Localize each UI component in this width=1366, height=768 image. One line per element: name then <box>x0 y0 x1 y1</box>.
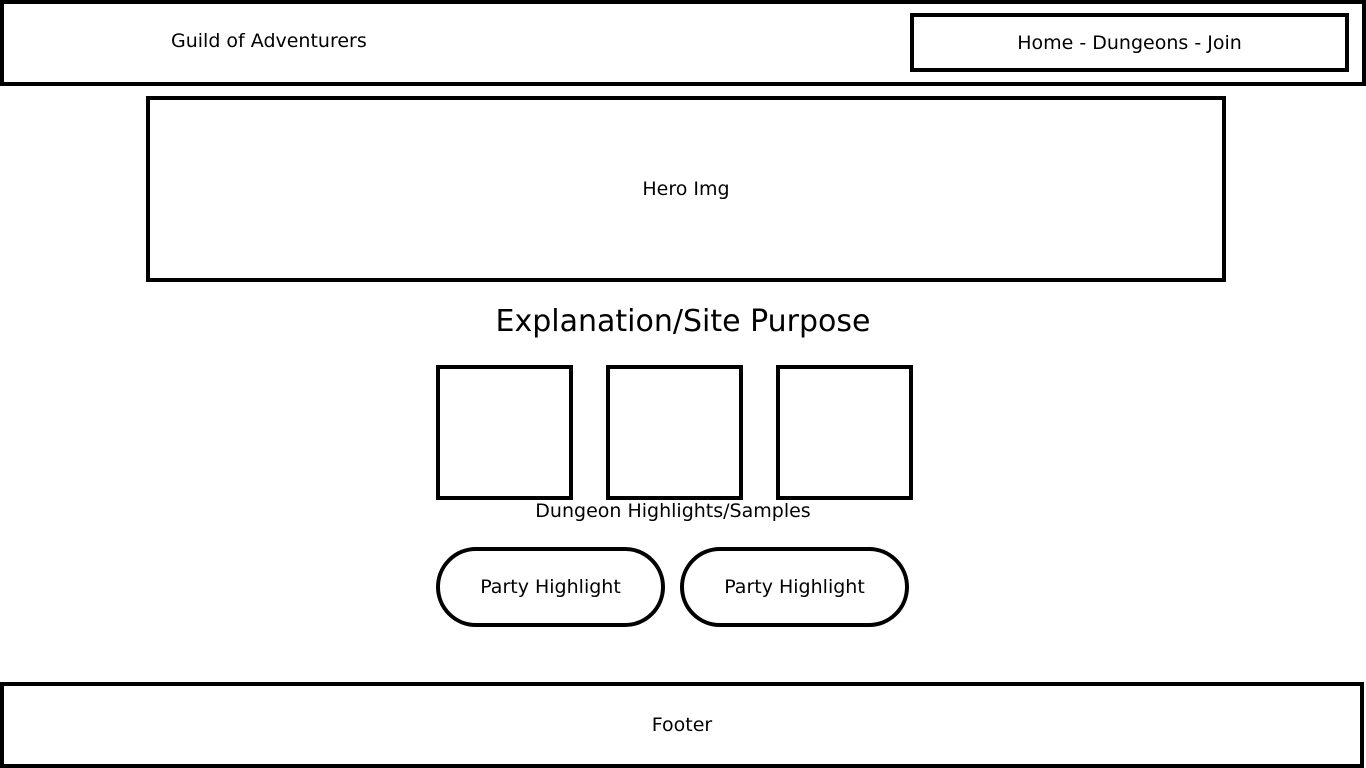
nav-label[interactable]: Home - Dungeons - Join <box>1017 32 1242 54</box>
hero-image-box: Hero Img <box>146 96 1226 282</box>
dungeon-sample-box[interactable] <box>606 365 743 500</box>
explanation-heading: Explanation/Site Purpose <box>495 304 871 339</box>
dungeon-highlights-caption: Dungeon Highlights/Samples <box>535 500 811 522</box>
hero-label: Hero Img <box>642 178 730 200</box>
party-highlight-button[interactable]: Party Highlight <box>680 547 909 627</box>
dungeon-sample-box[interactable] <box>776 365 913 500</box>
nav-box[interactable]: Home - Dungeons - Join <box>910 13 1349 72</box>
party-highlight-button[interactable]: Party Highlight <box>436 547 665 627</box>
dungeon-sample-box[interactable] <box>436 365 573 500</box>
site-title[interactable]: Guild of Adventurers <box>171 30 367 52</box>
party-highlight-label: Party Highlight <box>724 576 865 598</box>
party-highlight-label: Party Highlight <box>480 576 621 598</box>
footer-box: Footer <box>0 682 1364 768</box>
footer-label: Footer <box>651 714 713 736</box>
